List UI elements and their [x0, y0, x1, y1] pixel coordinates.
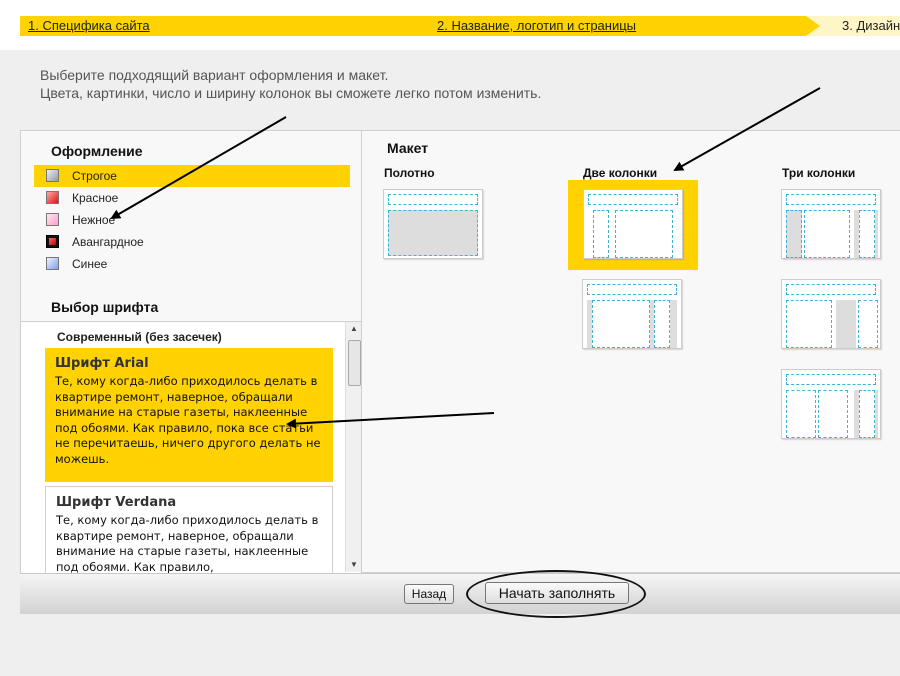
font-card-sample: Те, кому когда-либо приходилось делать в… — [55, 374, 321, 466]
wizard-steps: 1. Специфика сайта 2. Название, логотип … — [20, 16, 900, 36]
font-group-label: Современный (без засечек) — [57, 330, 222, 344]
layout-col-canvas-title: Полотно — [384, 166, 435, 180]
intro-line-1: Выберите подходящий вариант оформления и… — [40, 67, 389, 83]
theme-list: Строгое Красное Нежное Авангардное Синее — [34, 165, 350, 275]
bottom-action-bar: Назад Начать заполнять — [20, 573, 900, 614]
theme-section-title: Оформление — [51, 143, 143, 159]
top-bar: 1. Специфика сайта 2. Название, логотип … — [0, 0, 900, 50]
step-2[interactable]: 2. Название, логотип и страницы — [437, 16, 636, 36]
layout-thumb-three-a[interactable] — [781, 189, 881, 259]
layout-thumb-two-left-selected[interactable] — [568, 180, 698, 270]
font-card-name: Шрифт Arial — [55, 356, 149, 371]
layout-thumb-three-c[interactable] — [781, 369, 881, 439]
theme-swatch-icon — [46, 191, 59, 204]
theme-swatch-icon — [46, 169, 59, 182]
theme-item-red[interactable]: Красное — [34, 187, 350, 209]
theme-item-avantgarde[interactable]: Авангардное — [34, 231, 350, 253]
theme-item-label: Строгое — [72, 169, 117, 183]
font-section-title: Выбор шрифта — [51, 299, 159, 315]
back-button[interactable]: Назад — [404, 584, 454, 604]
font-card-sample: Те, кому когда-либо приходилось делать в… — [56, 513, 319, 573]
step-1-link[interactable]: 1. Специфика сайта — [28, 18, 150, 33]
layout-column: Макет Полотно Две колонки Три колонки — [363, 131, 900, 572]
theme-swatch-icon — [46, 235, 59, 248]
theme-item-tender[interactable]: Нежное — [34, 209, 350, 231]
font-list: Современный (без засечек) Шрифт Arial Те… — [21, 321, 361, 573]
theme-item-label: Нежное — [72, 213, 116, 227]
step-3: 3. Дизайн — [806, 16, 900, 36]
theme-item-label: Красное — [72, 191, 119, 205]
layout-col-two-title: Две колонки — [583, 166, 658, 180]
step-1[interactable]: 1. Специфика сайта — [28, 16, 150, 36]
design-panel: Оформление Строгое Красное Нежное Аванга… — [20, 130, 900, 573]
layout-thumb-canvas[interactable] — [383, 189, 483, 259]
theme-swatch-icon — [46, 257, 59, 270]
theme-item-strict[interactable]: Строгое — [34, 165, 350, 187]
font-card-verdana[interactable]: Шрифт Verdana Те, кому когда-либо приход… — [45, 486, 333, 573]
scroll-thumb[interactable] — [348, 340, 361, 386]
theme-item-label: Синее — [72, 257, 108, 271]
scroll-up-arrow-icon[interactable]: ▲ — [346, 322, 361, 336]
left-column: Оформление Строгое Красное Нежное Аванга… — [21, 131, 362, 573]
step-2-link[interactable]: 2. Название, логотип и страницы — [437, 18, 636, 33]
intro-text: Выберите подходящий вариант оформления и… — [40, 66, 541, 102]
intro-line-2: Цвета, картинки, число и ширину колонок … — [40, 85, 542, 101]
annotation-oval — [466, 570, 646, 618]
layout-thumb-two-right[interactable] — [582, 279, 682, 349]
theme-item-blue[interactable]: Синее — [34, 253, 350, 275]
theme-swatch-icon — [46, 213, 59, 226]
layout-thumb-preview — [583, 189, 683, 259]
font-card-name: Шрифт Verdana — [56, 495, 177, 510]
font-card-arial[interactable]: Шрифт Arial Те, кому когда-либо приходил… — [45, 348, 333, 482]
theme-item-label: Авангардное — [72, 235, 144, 249]
step-3-label: 3. Дизайн — [842, 18, 900, 33]
font-list-scrollbar[interactable]: ▲ ▼ — [345, 322, 361, 572]
layout-col-three-title: Три колонки — [782, 166, 856, 180]
scroll-down-arrow-icon[interactable]: ▼ — [346, 558, 361, 572]
layout-section-title: Макет — [387, 140, 429, 156]
layout-thumb-three-b[interactable] — [781, 279, 881, 349]
step-chevron — [806, 16, 820, 36]
